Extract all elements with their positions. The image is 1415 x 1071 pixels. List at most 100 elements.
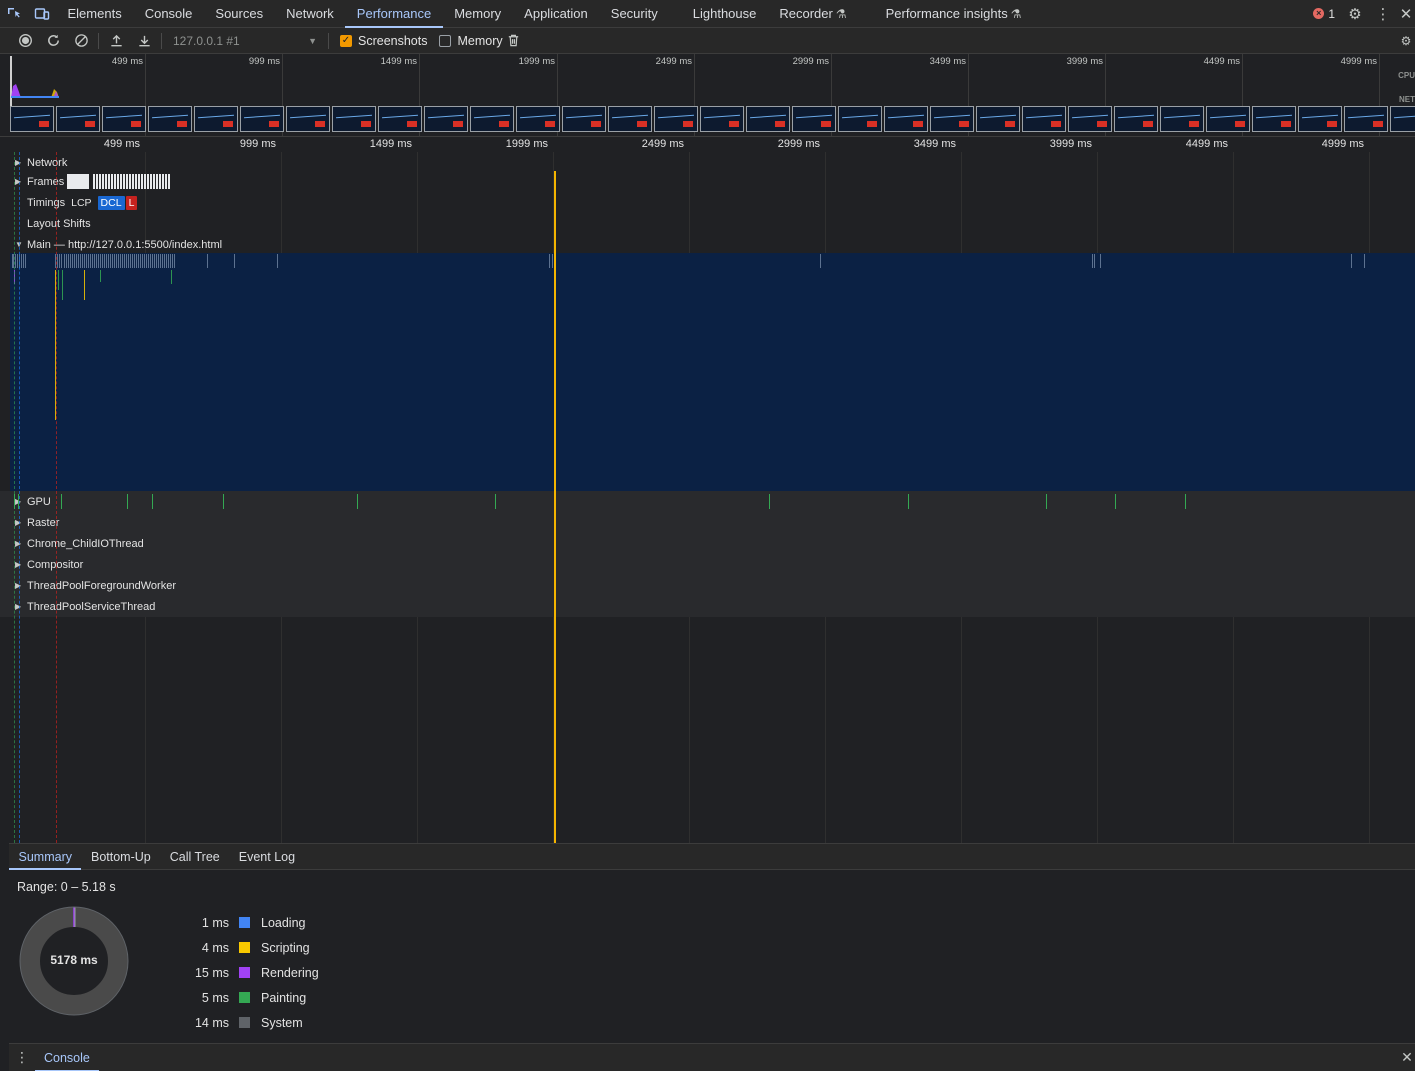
track-layout-shifts[interactable]: Layout Shifts [0,213,1415,234]
screenshot-thumbnail[interactable] [1252,106,1296,132]
main-thread-activity[interactable] [10,253,1415,491]
save-profile-button[interactable] [130,28,158,54]
drawer-menu-icon[interactable]: ⋮ [9,1049,35,1066]
tab-recorder[interactable]: Recorder ⚗ [768,0,858,27]
screenshot-thumbnail[interactable] [102,106,146,132]
screenshot-thumbnail[interactable] [1160,106,1204,132]
main-task-mark[interactable] [552,254,553,268]
main-task-mark[interactable] [174,254,175,268]
screenshot-thumbnail[interactable] [792,106,836,132]
screenshot-thumbnail[interactable] [562,106,606,132]
lcp-marker[interactable]: LCP [68,196,94,210]
frame-block[interactable] [67,174,89,189]
main-task-mark[interactable] [59,254,60,268]
main-task-mark[interactable] [1092,254,1093,268]
screenshot-thumbnail[interactable] [1344,106,1388,132]
main-task-mark[interactable] [1364,254,1365,268]
track-network[interactable]: ▶ Network [0,152,1415,173]
main-task-mark[interactable] [76,254,77,268]
main-task-mark[interactable] [62,270,63,300]
main-task-mark[interactable] [148,254,149,268]
main-task-mark[interactable] [78,254,79,268]
collect-garbage-button[interactable] [503,28,525,54]
tab-summary[interactable]: Summary [9,844,82,870]
main-task-mark[interactable] [146,254,147,268]
track-chrome-childiothread[interactable]: ▶ Chrome_ChildIOThread [0,533,1415,554]
screenshot-thumbnail[interactable] [516,106,560,132]
screenshots-filmstrip[interactable] [10,106,1415,132]
gpu-task-mark[interactable] [495,494,496,509]
main-task-mark[interactable] [86,254,87,268]
tab-console[interactable]: Console [133,0,204,27]
main-task-mark[interactable] [70,254,71,268]
main-task-mark[interactable] [130,254,131,268]
gpu-task-mark[interactable] [127,494,128,509]
main-task-mark[interactable] [57,254,58,268]
main-task-mark[interactable] [23,254,24,268]
track-gpu[interactable]: ▶ GPU [0,491,1415,512]
screenshot-thumbnail[interactable] [194,106,238,132]
screenshot-thumbnail[interactable] [608,106,652,132]
gpu-task-mark[interactable] [1115,494,1116,509]
main-task-mark[interactable] [72,254,73,268]
inspect-element-icon[interactable] [0,0,28,27]
close-drawer-icon[interactable]: ✕ [1399,1049,1415,1066]
screenshot-thumbnail[interactable] [470,106,514,132]
main-task-mark[interactable] [64,254,65,268]
screenshot-thumbnail[interactable] [148,106,192,132]
memory-checkbox[interactable]: Memory [439,34,503,48]
main-task-mark[interactable] [128,254,129,268]
screenshot-thumbnail[interactable] [1022,106,1066,132]
clear-button[interactable] [67,28,95,54]
main-task-mark[interactable] [124,254,125,268]
main-task-mark[interactable] [74,254,75,268]
main-task-mark[interactable] [144,254,145,268]
main-task-mark[interactable] [207,254,208,268]
track-raster[interactable]: ▶ Raster [0,512,1415,533]
track-timings[interactable]: Timings LCP DCL L [0,192,1415,213]
main-task-mark[interactable] [98,254,99,268]
main-task-mark[interactable] [25,254,26,268]
main-task-mark[interactable] [1100,254,1101,268]
track-main[interactable]: ▼ Main — http://127.0.0.1:5500/index.htm… [0,234,1415,255]
screenshot-thumbnail[interactable] [332,106,376,132]
tab-security[interactable]: Security [599,0,669,27]
gpu-task-mark[interactable] [908,494,909,509]
main-task-mark[interactable] [84,270,85,300]
drawer-tab-console[interactable]: Console [35,1044,99,1071]
screenshot-thumbnail[interactable] [240,106,284,132]
tab-network[interactable]: Network [275,0,346,27]
record-button[interactable] [11,28,39,54]
main-task-mark[interactable] [110,254,111,268]
screenshot-thumbnail[interactable] [930,106,974,132]
main-task-mark[interactable] [104,254,105,268]
gpu-task-mark[interactable] [1046,494,1047,509]
close-devtools-icon[interactable]: ✕ [1397,0,1415,28]
gpu-task-mark[interactable] [152,494,153,509]
main-task-mark[interactable] [172,254,173,268]
tab-bottom-up[interactable]: Bottom-Up [81,844,160,869]
tab-call-tree[interactable]: Call Tree [160,844,229,869]
target-select[interactable]: 127.0.0.1 #1 ▼ [165,34,325,48]
tab-performance-insights[interactable]: Performance insights ⚗ [874,0,1033,27]
main-task-mark[interactable] [68,254,69,268]
main-task-mark[interactable] [126,254,127,268]
screenshot-thumbnail[interactable] [1206,106,1250,132]
screenshot-thumbnail[interactable] [884,106,928,132]
main-task-mark[interactable] [140,254,141,268]
main-task-mark[interactable] [94,254,95,268]
main-task-mark[interactable] [114,254,115,268]
more-options-icon[interactable]: ⋮ [1369,0,1397,28]
main-task-mark[interactable] [100,254,101,268]
main-task-mark[interactable] [166,254,167,268]
track-threadpool-foreground-worker[interactable]: ▶ ThreadPoolForegroundWorker [0,575,1415,596]
main-task-mark[interactable] [100,270,101,282]
main-task-mark[interactable] [112,254,113,268]
tab-application[interactable]: Application [513,0,600,27]
screenshots-checkbox[interactable]: ✓ Screenshots [340,34,427,48]
main-task-mark[interactable] [277,254,278,268]
main-task-mark[interactable] [162,254,163,268]
timeline-overview[interactable]: 499 ms 999 ms 1499 ms 1999 ms 2499 ms 29… [0,54,1415,137]
dcl-marker[interactable]: DCL [97,195,125,210]
screenshot-thumbnail[interactable] [746,106,790,132]
